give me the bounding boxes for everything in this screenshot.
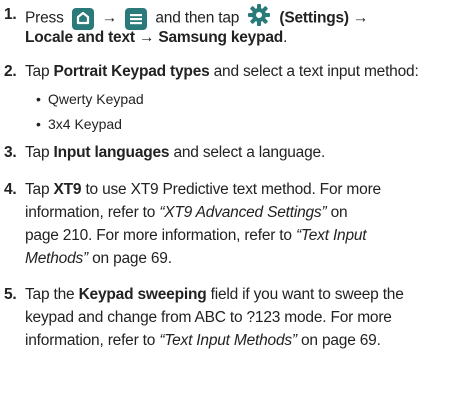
step-number: 5. xyxy=(4,286,17,303)
arrow: → xyxy=(101,9,118,27)
setting-name: Portrait Keypad types xyxy=(53,63,210,80)
step-text: information, refer to xyxy=(25,204,156,221)
setting-name: XT9 xyxy=(53,181,82,198)
step-text: and select a text input method: xyxy=(213,63,419,80)
step-text: Tap xyxy=(25,144,50,161)
step-text: page 210. For more information, refer to xyxy=(25,227,292,244)
step-text: on xyxy=(330,204,348,221)
step-line: information, refer to “XT9 Advanced Sett… xyxy=(25,201,456,224)
arrow: → xyxy=(352,9,369,27)
step-line: page 210. For more information, refer to… xyxy=(25,224,456,247)
menu-key-icon xyxy=(125,7,148,30)
instruction-document: 1. Press → and then tap (Settings) → Loc… xyxy=(0,0,460,415)
cross-reference: “Text Input Methods” xyxy=(159,332,297,349)
menu-path-locale: Locale and text xyxy=(25,29,135,46)
step-line: Tap the Keypad sweeping field if you wan… xyxy=(25,283,456,306)
step-line: Tap XT9 to use XT9 Predictive text metho… xyxy=(25,178,456,201)
cross-reference: Methods” xyxy=(25,250,89,267)
step-number: 3. xyxy=(4,144,17,161)
step-line: Press → and then tap (Settings) → xyxy=(25,3,456,30)
step-line: Methods” on page 69. xyxy=(25,247,456,270)
step-body: Tap Portrait Keypad types and select a t… xyxy=(25,60,456,83)
bullet-item: • 3x4 Keypad xyxy=(36,114,122,134)
bullet: • xyxy=(36,91,41,107)
step-text: and select a language. xyxy=(173,144,326,161)
step-text: to use XT9 Predictive text method. For m… xyxy=(85,181,381,198)
cross-reference: “Text Input xyxy=(295,227,367,244)
bullet: • xyxy=(36,116,41,132)
setting-name: Keypad sweeping xyxy=(78,286,207,303)
step-text: on page 69. xyxy=(92,250,172,267)
option-label: Qwerty Keypad xyxy=(48,91,144,107)
step-text: Tap xyxy=(25,63,50,80)
step-text: Tap the xyxy=(25,286,75,303)
step-line: keypad and change from ABC to ?123 mode.… xyxy=(25,306,456,329)
step-line: Tap Input languages and select a languag… xyxy=(25,141,456,164)
step-line: information, refer to “Text Input Method… xyxy=(25,329,456,352)
step-line: Tap Portrait Keypad types and select a t… xyxy=(25,60,456,83)
step-text: information, refer to xyxy=(25,332,156,349)
setting-name: Input languages xyxy=(53,144,170,161)
step-text: field if you want to sweep the xyxy=(210,286,404,303)
cross-reference: “XT9 Advanced Settings” xyxy=(159,204,327,221)
option-label: 3x4 Keypad xyxy=(48,116,122,132)
step-body: Tap the Keypad sweeping field if you wan… xyxy=(25,283,456,352)
step-text: Press xyxy=(25,9,64,27)
step-number: 1. xyxy=(4,6,17,23)
step-number: 2. xyxy=(4,63,17,80)
step-text: Tap xyxy=(25,181,50,198)
step-text: keypad and change from ABC to ?123 mode.… xyxy=(25,309,392,326)
period: . xyxy=(283,29,288,46)
arrow: → xyxy=(138,29,155,46)
menu-path-keypad: Samsung keypad xyxy=(158,29,284,46)
step-number: 4. xyxy=(4,181,17,198)
step-body: Press → and then tap (Settings) → Locale… xyxy=(25,3,456,49)
settings-label: (Settings) xyxy=(279,9,349,27)
step-text: on page 69. xyxy=(301,332,381,349)
step-body: Tap Input languages and select a languag… xyxy=(25,141,456,164)
home-key-icon xyxy=(71,7,94,30)
step-text: and then tap xyxy=(155,9,240,27)
step-body: Tap XT9 to use XT9 Predictive text metho… xyxy=(25,178,456,270)
bullet-item: • Qwerty Keypad xyxy=(36,89,144,109)
